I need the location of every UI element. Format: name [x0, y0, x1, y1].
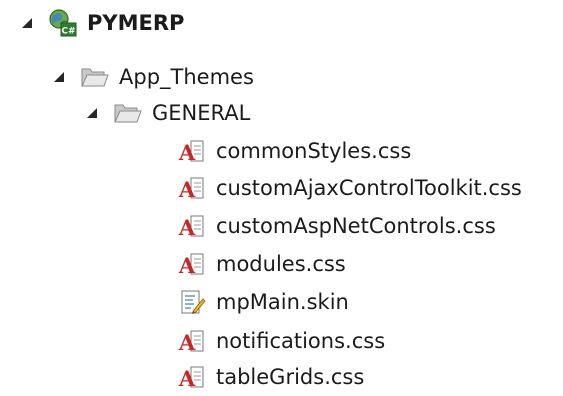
- tree-node-file[interactable]: A notifications.css: [177, 322, 385, 360]
- file-label: modules.css: [216, 252, 346, 276]
- folder-icon: [113, 98, 143, 128]
- tree-node-file[interactable]: A customAspNetControls.css: [177, 207, 496, 245]
- svg-text:A: A: [178, 253, 196, 278]
- tree-node-project[interactable]: C# PYMERP: [20, 4, 184, 42]
- file-label: customAjaxControlToolkit.css: [216, 176, 522, 200]
- solution-explorer-tree: C# PYMERP App_Themes GENERAL A commonSty…: [0, 0, 563, 396]
- expanded-arrow-icon[interactable]: [85, 106, 99, 120]
- folder-icon: [80, 62, 110, 92]
- css-file-icon: A: [177, 362, 207, 392]
- tree-node-file[interactable]: A commonStyles.css: [177, 132, 411, 170]
- css-file-icon: A: [177, 211, 207, 241]
- folder-label: App_Themes: [119, 65, 254, 89]
- file-label: notifications.css: [216, 329, 386, 353]
- tree-node-file[interactable]: A tableGrids.css: [177, 358, 364, 396]
- csharp-web-project-icon: C#: [48, 8, 78, 38]
- project-label: PYMERP: [87, 11, 185, 35]
- expanded-arrow-icon[interactable]: [20, 16, 34, 30]
- expanded-arrow-icon[interactable]: [52, 70, 66, 84]
- folder-label: GENERAL: [152, 101, 251, 125]
- file-label: commonStyles.css: [216, 139, 412, 163]
- css-file-icon: A: [177, 173, 207, 203]
- css-file-icon: A: [177, 326, 207, 356]
- tree-node-file[interactable]: mpMain.skin: [177, 283, 349, 321]
- css-file-icon: A: [177, 249, 207, 279]
- css-file-icon: A: [177, 136, 207, 166]
- file-label: mpMain.skin: [216, 290, 349, 314]
- file-label: tableGrids.css: [216, 365, 365, 389]
- svg-text:A: A: [178, 366, 196, 391]
- tree-node-file[interactable]: A customAjaxControlToolkit.css: [177, 169, 522, 207]
- tree-node-general[interactable]: GENERAL: [85, 94, 250, 132]
- svg-text:C#: C#: [61, 27, 75, 37]
- tree-node-app-themes[interactable]: App_Themes: [52, 58, 254, 96]
- svg-text:A: A: [178, 215, 196, 240]
- skin-file-icon: [177, 287, 207, 317]
- svg-text:A: A: [178, 140, 196, 165]
- svg-text:A: A: [178, 177, 196, 202]
- tree-node-file[interactable]: A modules.css: [177, 245, 346, 283]
- svg-text:A: A: [178, 330, 196, 355]
- file-label: customAspNetControls.css: [216, 214, 496, 238]
